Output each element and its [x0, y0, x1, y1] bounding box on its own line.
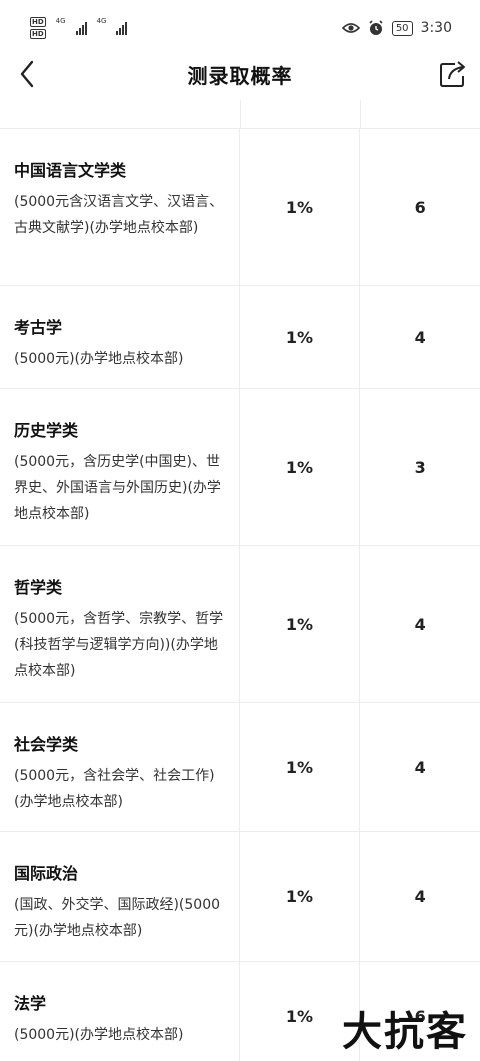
major-cell: 国际政治 (国政、外交学、国际政经)(5000元)(办学地点校本部)	[0, 832, 240, 961]
major-desc: (5000元)(办学地点校本部)	[14, 1027, 184, 1043]
table-row[interactable]: 社会学类 (5000元，含社会学、社会工作)(办学地点校本部) 1% 4	[0, 703, 480, 832]
share-button[interactable]	[438, 58, 468, 90]
count-cell: 4	[414, 614, 426, 634]
probability-cell: 1%	[240, 703, 361, 831]
major-name: 法学	[14, 994, 47, 1013]
major-desc: (国政、外交学、国际政经)(5000元)(办学地点校本部)	[14, 897, 221, 939]
signal-icon-2	[116, 21, 128, 35]
share-icon	[440, 61, 465, 87]
hd-indicators: HD HD	[30, 17, 46, 39]
major-name: 国际政治	[14, 864, 79, 883]
count-cell: 4	[414, 757, 426, 777]
status-right: 50 3:30	[341, 20, 452, 36]
eye-icon	[341, 23, 360, 33]
major-name: 哲学类	[14, 578, 63, 597]
battery-indicator: 50	[391, 20, 413, 36]
major-desc: (5000元，含哲学、宗教学、哲学(科技哲学与逻辑学方向))(办学地点校本部)	[14, 611, 224, 679]
count-cell: 6	[414, 197, 426, 217]
major-desc: (5000元)(办学地点校本部)	[14, 351, 184, 367]
probability-cell: 1%	[240, 546, 361, 702]
back-button[interactable]	[14, 58, 42, 90]
probability-table: 中国语言文学类 (5000元含汉语言文学、汉语言、古典文献学)(办学地点校本部)…	[0, 100, 480, 1061]
major-cell: 哲学类 (5000元，含哲学、宗教学、哲学(科技哲学与逻辑学方向))(办学地点校…	[0, 546, 240, 702]
table-row[interactable]: 中国语言文学类 (5000元含汉语言文学、汉语言、古典文献学)(办学地点校本部)…	[0, 129, 480, 286]
probability-cell: 1%	[240, 389, 361, 545]
major-name: 历史学类	[14, 421, 79, 440]
table-row-partial	[0, 100, 480, 129]
major-cell: 中国语言文学类 (5000元含汉语言文学、汉语言、古典文献学)(办学地点校本部)	[0, 129, 240, 285]
page-title: 测录取概率	[187, 63, 293, 88]
probability-cell: 1%	[240, 129, 361, 285]
major-cell: 社会学类 (5000元，含社会学、社会工作)(办学地点校本部)	[0, 703, 240, 831]
table-row[interactable]: 国际政治 (国政、外交学、国际政经)(5000元)(办学地点校本部) 1% 4	[0, 832, 480, 962]
hd-badge-2: HD	[30, 29, 46, 39]
network-type-2: 4G	[96, 17, 107, 25]
count-cell: 4	[414, 887, 426, 906]
chevron-left-icon	[20, 60, 34, 88]
major-name: 社会学类	[14, 735, 79, 754]
major-cell: 法学 (5000元)(办学地点校本部)	[0, 962, 240, 1061]
major-name: 中国语言文学类	[14, 161, 127, 180]
table-row[interactable]: 哲学类 (5000元，含哲学、宗教学、哲学(科技哲学与逻辑学方向))(办学地点校…	[0, 546, 480, 703]
major-desc: (5000元含汉语言文学、汉语言、古典文献学)(办学地点校本部)	[14, 194, 224, 236]
status-left: HD HD 4G 4G	[30, 17, 128, 39]
count-cell: 3	[414, 457, 426, 477]
watermark: 大抗客	[342, 1009, 468, 1055]
network-type-1: 4G	[55, 17, 66, 25]
header-bar: 测录取概率	[0, 48, 480, 100]
table-row[interactable]: 考古学 (5000元)(办学地点校本部) 1% 4	[0, 286, 480, 389]
hd-badge-1: HD	[30, 17, 46, 27]
alarm-icon	[369, 20, 383, 35]
major-desc: (5000元，含社会学、社会工作)(办学地点校本部)	[14, 768, 215, 810]
probability-cell: 1%	[240, 832, 361, 961]
major-cell: 考古学 (5000元)(办学地点校本部)	[0, 286, 240, 388]
major-name: 考古学	[14, 318, 63, 337]
major-cell: 历史学类 (5000元，含历史学(中国史)、世界史、外国语言与外国历史)(办学地…	[0, 389, 240, 545]
signal-icon	[75, 21, 87, 35]
clock-time: 3:30	[420, 20, 452, 36]
table-row[interactable]: 历史学类 (5000元，含历史学(中国史)、世界史、外国语言与外国历史)(办学地…	[0, 389, 480, 546]
major-desc: (5000元，含历史学(中国史)、世界史、外国语言与外国历史)(办学地点校本部)	[14, 454, 221, 522]
probability-cell: 1%	[240, 286, 361, 388]
count-cell: 4	[414, 327, 426, 347]
